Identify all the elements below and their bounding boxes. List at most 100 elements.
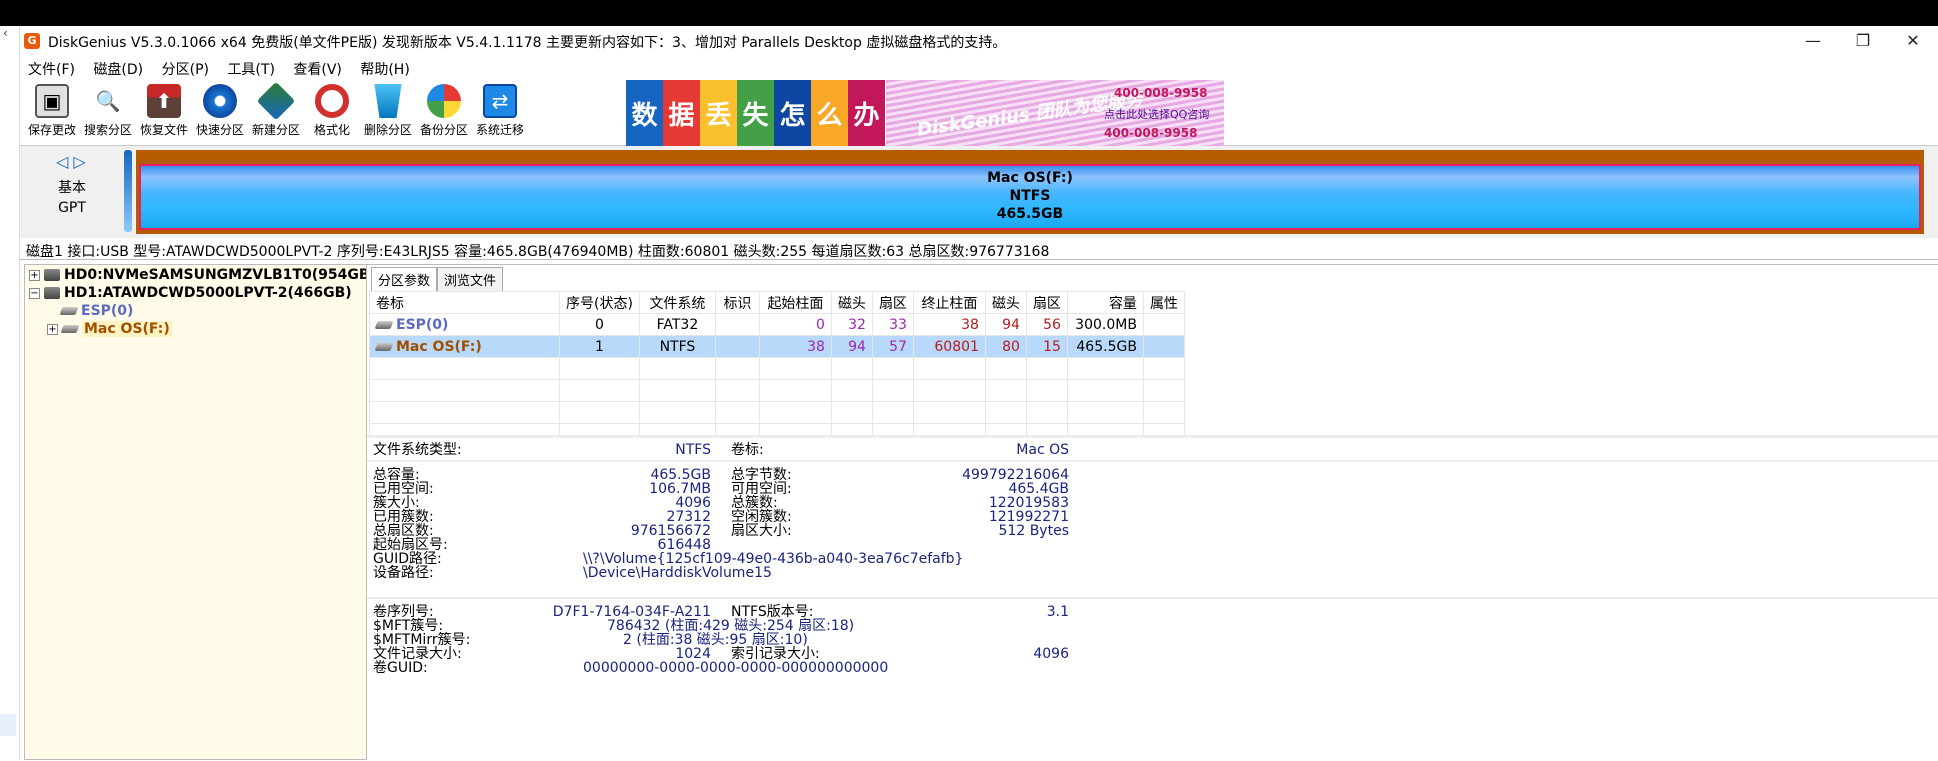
restore-button[interactable]: ❐ bbox=[1840, 28, 1886, 54]
detail-label: 扇区大小: bbox=[731, 523, 792, 539]
table-row[interactable]: Mac OS(F:) 1 NTFS 38 94 57 60801 80 15 4… bbox=[369, 335, 1185, 358]
cell-attr bbox=[1142, 335, 1185, 358]
esp-partition-block[interactable] bbox=[124, 150, 132, 232]
backup-partition-button[interactable]: 备份分区 bbox=[412, 84, 476, 142]
col-header[interactable]: 序号(状态) bbox=[559, 291, 640, 314]
quick-partition-icon bbox=[203, 84, 237, 118]
banner-tile: 丢 bbox=[700, 80, 737, 146]
col-header[interactable]: 文件系统 bbox=[638, 291, 716, 314]
detail-value: \Device\HarddiskVolume15 bbox=[583, 565, 772, 581]
arrow-right-icon[interactable]: ▷ bbox=[73, 152, 85, 171]
magnifier-icon: 🔍 bbox=[95, 89, 121, 113]
tab-partition-params[interactable]: 分区参数 bbox=[371, 267, 438, 291]
banner-tile: 怎 bbox=[774, 80, 811, 146]
minimize-button[interactable]: — bbox=[1790, 28, 1836, 54]
detail-label: 文件系统类型: bbox=[373, 442, 462, 458]
col-header[interactable]: 磁头 bbox=[830, 291, 873, 314]
migrate-icon: ⇄ bbox=[483, 84, 517, 118]
chevron-left-icon[interactable]: ‹ bbox=[3, 26, 8, 40]
banner-tiles: 数 据 丢 失 怎 么 办 bbox=[626, 80, 886, 146]
ad-banner[interactable]: 数 据 丢 失 怎 么 办 DiskGenius 团队为您服务 400-008-… bbox=[626, 80, 1224, 146]
table-row-empty bbox=[369, 379, 1185, 402]
diskgenius-window: G DiskGenius V5.3.0.1066 x64 免费版(单文件PE版)… bbox=[20, 26, 1938, 761]
details-group-capacity: 总容量: 465.5GB 总字节数: 499792216064 已用空间: 10… bbox=[367, 462, 1938, 599]
col-header[interactable]: 属性 bbox=[1142, 291, 1185, 314]
cell-start-sec: 57 bbox=[871, 335, 914, 358]
tree-node-hd0[interactable]: + HD0:NVMeSAMSUNGMZVLB1T0(954GB) bbox=[29, 267, 366, 283]
banner-qq-link[interactable]: 点击此处选择QQ咨询 bbox=[1104, 106, 1209, 122]
detail-value: 00000000-0000-0000-0000-000000000000 bbox=[583, 660, 889, 676]
recover-files-button[interactable]: ⬆ 恢复文件 bbox=[132, 84, 196, 142]
detail-label: 卷GUID: bbox=[373, 660, 428, 676]
close-button[interactable]: ✕ bbox=[1890, 28, 1936, 54]
tree-label-hd1: HD1:ATAWDCWD5000LPVT-2(466GB) bbox=[64, 285, 352, 301]
menu-file[interactable]: 文件(F) bbox=[22, 56, 81, 79]
disk-nav-arrows[interactable]: ◁ ▷ bbox=[56, 152, 86, 171]
table-row[interactable]: ESP(0) 0 FAT32 0 32 33 38 94 56 300.0MB bbox=[369, 313, 1185, 336]
detail-value: 4096 bbox=[1033, 646, 1069, 662]
cell-label: ESP(0) bbox=[369, 313, 560, 336]
col-header[interactable]: 卷标 bbox=[369, 291, 560, 314]
detail-value: 512 Bytes bbox=[998, 523, 1069, 539]
volume-icon bbox=[59, 307, 79, 315]
cell-id bbox=[714, 313, 760, 336]
detail-value: Mac OS bbox=[1016, 442, 1069, 458]
disk-layout-type: 基本 bbox=[58, 180, 86, 196]
menu-bar: 文件(F) 磁盘(D) 分区(P) 工具(T) 查看(V) 帮助(H) bbox=[20, 56, 1938, 80]
new-partition-button[interactable]: 新建分区 bbox=[244, 81, 308, 142]
partition-block-name: Mac OS(F:) bbox=[987, 170, 1073, 186]
menu-partition[interactable]: 分区(P) bbox=[156, 56, 215, 79]
tree-node-hd1[interactable]: − HD1:ATAWDCWD5000LPVT-2(466GB) bbox=[29, 285, 352, 301]
cell-size: 465.5GB bbox=[1066, 335, 1144, 358]
cell-end-head: 94 bbox=[984, 313, 1027, 336]
menu-disk[interactable]: 磁盘(D) bbox=[87, 56, 149, 79]
row-label: Mac OS(F:) bbox=[396, 338, 482, 355]
taskbar-grid-icon[interactable] bbox=[0, 714, 16, 736]
table-header: 卷标 序号(状态) 文件系统 标识 起始柱面 磁头 扇区 终止柱面 磁头 扇区 … bbox=[369, 291, 1185, 314]
delete-partition-button[interactable]: 删除分区 bbox=[356, 84, 420, 142]
partition-block-mac[interactable]: Mac OS(F:) NTFS 465.5GB bbox=[136, 150, 1924, 234]
menu-help[interactable]: 帮助(H) bbox=[354, 56, 415, 79]
cell-start-cyl: 38 bbox=[758, 335, 832, 358]
screen-top-black-bar bbox=[0, 0, 1938, 26]
col-header[interactable]: 标识 bbox=[714, 291, 760, 314]
col-header[interactable]: 扇区 bbox=[1025, 291, 1068, 314]
col-header[interactable]: 起始柱面 bbox=[758, 291, 832, 314]
tree-node-esp[interactable]: ESP(0) bbox=[59, 303, 133, 319]
disk-map: ◁ ▷ 基本 GPT Mac OS(F:) NTFS 465.5GB bbox=[20, 146, 1938, 238]
search-partition-button[interactable]: 🔍 搜索分区 bbox=[76, 84, 140, 142]
menu-view[interactable]: 查看(V) bbox=[287, 56, 348, 79]
col-header[interactable]: 容量 bbox=[1066, 291, 1144, 314]
tree-label-mac: Mac OS(F:) bbox=[82, 321, 172, 337]
diskgenius-logo-icon: G bbox=[24, 33, 40, 49]
partition-pane: 分区参数 浏览文件 卷标 序号(状态) 文件系统 标识 起始柱面 磁头 扇区 终止… bbox=[367, 264, 1938, 761]
collapse-icon[interactable]: − bbox=[29, 287, 40, 299]
save-changes-button[interactable]: ▣ 保存更改 bbox=[20, 84, 84, 142]
hard-disk-icon bbox=[44, 269, 60, 281]
tab-browse-files[interactable]: 浏览文件 bbox=[437, 267, 504, 291]
format-icon bbox=[315, 84, 349, 118]
recover-icon: ⬆ bbox=[147, 84, 181, 118]
format-button[interactable]: 格式化 bbox=[300, 84, 364, 142]
cell-end-cyl: 38 bbox=[912, 313, 986, 336]
expand-icon[interactable]: + bbox=[29, 269, 40, 281]
system-migration-button[interactable]: ⇄ 系统迁移 bbox=[468, 84, 532, 142]
volume-icon bbox=[374, 342, 394, 351]
backup-icon bbox=[427, 84, 461, 118]
arrow-left-icon[interactable]: ◁ bbox=[56, 152, 68, 171]
partition-details: 文件系统类型: NTFS 卷标: Mac OS 总容量: 465.5GB 总字节… bbox=[367, 435, 1938, 761]
partition-block-mac-inner[interactable]: Mac OS(F:) NTFS 465.5GB bbox=[139, 164, 1921, 230]
col-header[interactable]: 扇区 bbox=[871, 291, 914, 314]
col-header[interactable]: 终止柱面 bbox=[912, 291, 986, 314]
trash-icon bbox=[374, 84, 402, 118]
toolbar: ▣ 保存更改 🔍 搜索分区 ⬆ 恢复文件 快速分区 新建分区 格式化 删除分区 bbox=[20, 80, 1938, 146]
menu-tools[interactable]: 工具(T) bbox=[221, 56, 280, 79]
col-header[interactable]: 磁头 bbox=[984, 291, 1027, 314]
disk-type-label: 基本 GPT bbox=[44, 178, 100, 218]
expand-icon[interactable]: + bbox=[47, 323, 58, 335]
cell-fs: FAT32 bbox=[638, 313, 716, 336]
cell-start-cyl: 0 bbox=[758, 313, 832, 336]
tree-node-mac[interactable]: + Mac OS(F:) bbox=[47, 321, 172, 337]
quick-partition-button[interactable]: 快速分区 bbox=[188, 84, 252, 142]
banner-tile: 办 bbox=[848, 80, 885, 146]
